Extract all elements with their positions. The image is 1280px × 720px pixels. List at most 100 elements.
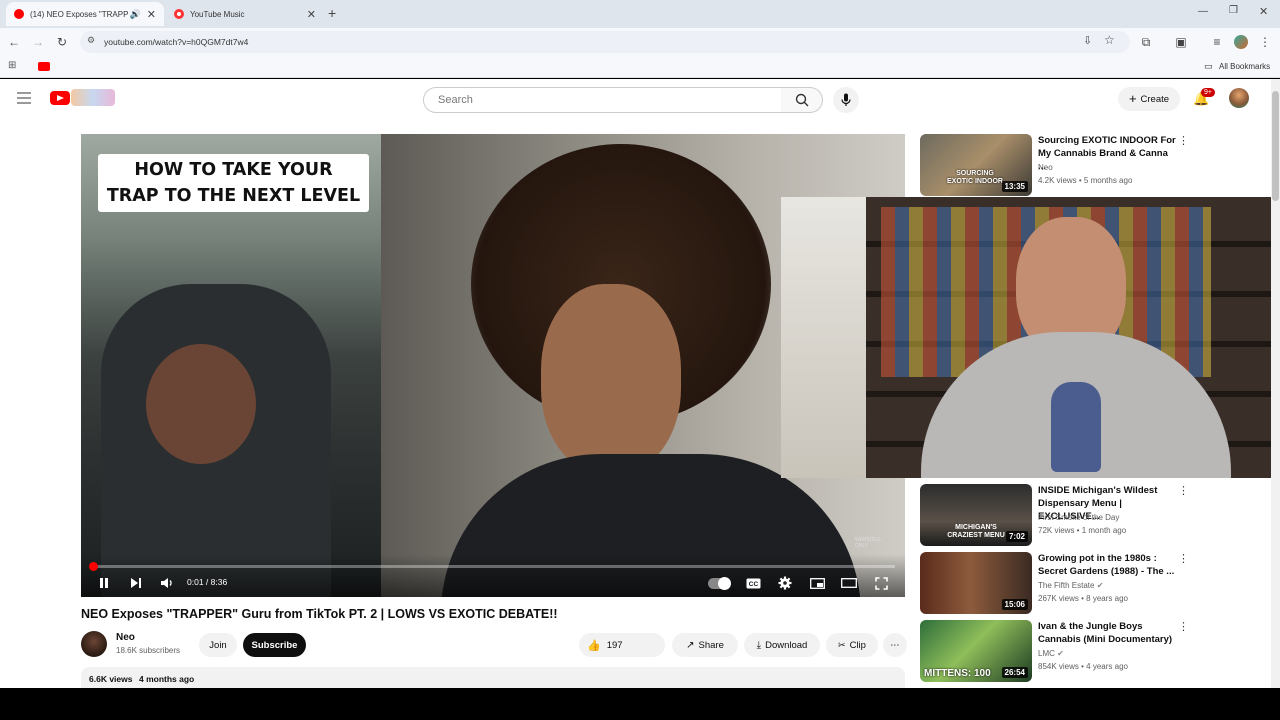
captions-button[interactable]: CC bbox=[742, 572, 764, 594]
page-scrollbar[interactable] bbox=[1271, 79, 1280, 688]
all-bookmarks-link[interactable]: All Bookmarks bbox=[1219, 62, 1270, 71]
recommendation-channel[interactable]: The Fifth Estate ✔ bbox=[1038, 581, 1103, 590]
recommendation-item[interactable]: MITTENS: 100 26:54 Ivan & the Jungle Boy… bbox=[920, 620, 1270, 682]
minimize-window-icon[interactable]: — bbox=[1198, 6, 1208, 17]
youtube-bookmark-icon[interactable] bbox=[38, 62, 50, 71]
site-info-icon[interactable]: ⚙ bbox=[87, 35, 95, 46]
download-label: Download bbox=[765, 639, 808, 651]
recommendation-channel[interactable]: LMC ✔ bbox=[1038, 649, 1064, 658]
guide-menu-icon[interactable] bbox=[17, 92, 31, 104]
reload-icon[interactable]: ↻ bbox=[54, 34, 70, 50]
autoplay-toggle[interactable] bbox=[708, 577, 731, 590]
caption-line-1: HOW TO TAKE YOUR bbox=[134, 160, 333, 180]
tab-audio-icon[interactable]: 🔊 bbox=[130, 9, 141, 20]
bookmark-star-icon[interactable]: ☆ bbox=[1104, 33, 1115, 47]
recommendation-item[interactable]: SOURCING EXOTIC INDOOR 13:35 Sourcing EX… bbox=[920, 134, 1270, 196]
notification-count-badge: 9+ bbox=[1201, 88, 1215, 97]
youtube-page: Search + Create 🔔 9+ WEBSITES ONLY HOW T… bbox=[0, 79, 1280, 688]
browser-tab-youtube-video[interactable]: (14) NEO Exposes "TRAPPER" 🔊 ✕ bbox=[6, 2, 164, 26]
video-thumbnail[interactable]: MITTENS: 100 26:54 bbox=[920, 620, 1032, 682]
youtube-logo-icon[interactable] bbox=[50, 91, 70, 105]
forward-arrow-icon[interactable]: → bbox=[30, 34, 46, 50]
settings-button[interactable] bbox=[774, 572, 796, 594]
upload-age: 4 months ago bbox=[139, 674, 195, 684]
recommendation-meta: 267K views • 8 years ago bbox=[1038, 594, 1128, 603]
recommendation-channel[interactable]: Neo bbox=[1038, 163, 1053, 172]
scissors-icon: ✂ bbox=[838, 639, 846, 650]
scrollbar-thumb[interactable] bbox=[1272, 91, 1279, 201]
recommendation-title[interactable]: Growing pot in the 1980s : Secret Garden… bbox=[1038, 552, 1176, 578]
subscribe-button[interactable]: Subscribe bbox=[243, 633, 306, 657]
tab-title: YouTube Music bbox=[190, 9, 245, 19]
address-bar[interactable]: ⚙ youtube.com/watch?v=h0QGM7dt7w4 ⇩ ☆ bbox=[80, 31, 1130, 53]
thumbnail-text: SOURCING EXOTIC INDOOR bbox=[946, 170, 1003, 185]
video-thumbnail[interactable]: SOURCING EXOTIC INDOOR 13:35 bbox=[920, 134, 1032, 196]
pause-icon bbox=[100, 578, 108, 588]
thumbs-up-icon[interactable]: 👍 bbox=[587, 639, 601, 652]
more-vertical-icon[interactable]: ⋮ bbox=[1178, 620, 1189, 633]
clip-label: Clip bbox=[849, 639, 866, 651]
next-video-button[interactable] bbox=[125, 572, 147, 594]
verified-badge-icon: ✔ bbox=[1096, 581, 1104, 590]
profile-avatar[interactable] bbox=[1234, 35, 1248, 49]
back-arrow-icon[interactable]: ← bbox=[6, 34, 22, 50]
more-actions-button[interactable]: ⋯ bbox=[883, 633, 907, 657]
restore-window-icon[interactable]: ❐ bbox=[1229, 5, 1238, 16]
progress-bar[interactable] bbox=[89, 562, 895, 571]
side-panel-icon[interactable]: ▣ bbox=[1173, 34, 1189, 50]
extensions-puzzle-icon[interactable]: ⧉ bbox=[1138, 34, 1154, 50]
video-title: NEO Exposes "TRAPPER" Guru from TikTok P… bbox=[81, 607, 558, 621]
search-input[interactable]: Search bbox=[423, 87, 782, 113]
video-caption-overlay: HOW TO TAKE YOUR TRAP TO THE NEXT LEVEL bbox=[98, 154, 369, 212]
install-app-icon[interactable]: ⇩ bbox=[1083, 34, 1092, 47]
new-tab-icon[interactable]: + bbox=[328, 5, 336, 21]
clip-button[interactable]: ✂ Clip bbox=[826, 633, 878, 657]
youtube-doodle-logo[interactable] bbox=[71, 89, 115, 106]
scrubber-handle[interactable] bbox=[89, 562, 98, 571]
miniplayer-button[interactable] bbox=[806, 572, 828, 594]
thumbnail-text: MICHIGAN'S CRAZIEST MENU bbox=[947, 524, 1005, 539]
search-icon bbox=[795, 93, 808, 107]
bookmarks-bar: ⊞ ▭ All Bookmarks bbox=[0, 56, 1280, 78]
join-button[interactable]: Join bbox=[199, 633, 237, 657]
recommendation-meta: 72K views • 1 month ago bbox=[1038, 526, 1127, 535]
more-vertical-icon[interactable]: ⋮ bbox=[1178, 552, 1189, 565]
close-tab-icon[interactable]: ✕ bbox=[147, 8, 156, 21]
theater-mode-button[interactable] bbox=[838, 572, 860, 594]
create-button[interactable]: + Create bbox=[1118, 87, 1180, 111]
more-vertical-icon[interactable]: ⋮ bbox=[1178, 134, 1189, 147]
pause-button[interactable] bbox=[93, 572, 115, 594]
search-button[interactable] bbox=[781, 87, 823, 113]
channel-name[interactable]: Neo bbox=[116, 632, 135, 643]
youtube-music-favicon-icon bbox=[174, 9, 184, 19]
media-controls-icon[interactable]: ≡ bbox=[1209, 34, 1225, 50]
recommendation-item[interactable]: 15:06 Growing pot in the 1980s : Secret … bbox=[920, 552, 1270, 614]
video-thumbnail[interactable]: MICHIGAN'S CRAZIEST MENU 7:02 bbox=[920, 484, 1032, 546]
share-button[interactable]: ↗ Share bbox=[672, 633, 738, 657]
volume-button[interactable] bbox=[156, 572, 178, 594]
like-count[interactable]: 197 bbox=[607, 640, 623, 651]
voice-search-button[interactable] bbox=[833, 87, 859, 113]
browser-menu-icon[interactable]: ⋮ bbox=[1257, 34, 1273, 50]
recommendation-title[interactable]: Sourcing EXOTIC INDOOR For My Cannabis B… bbox=[1038, 134, 1176, 173]
close-window-icon[interactable]: ✕ bbox=[1259, 5, 1268, 18]
apps-grid-icon[interactable]: ⊞ bbox=[8, 60, 16, 71]
caption-line-2: TRAP TO THE NEXT LEVEL bbox=[106, 186, 361, 206]
account-avatar[interactable] bbox=[1229, 88, 1249, 108]
channel-avatar[interactable] bbox=[81, 631, 107, 657]
download-button[interactable]: ⤓ Download bbox=[744, 633, 820, 657]
recommendation-title[interactable]: Ivan & the Jungle Boys Cannabis (Mini Do… bbox=[1038, 620, 1176, 646]
video-watermark: WEBSITES ONLY bbox=[855, 537, 881, 549]
browser-tab-youtube-music[interactable]: YouTube Music ✕ bbox=[166, 2, 324, 26]
video-thumbnail[interactable]: 15:06 bbox=[920, 552, 1032, 614]
miniplayer-icon bbox=[809, 577, 825, 589]
create-label: Create bbox=[1140, 93, 1170, 105]
description-box[interactable]: 6.6K views 4 months ago bbox=[81, 667, 905, 688]
recommendation-meta: 4.2K views • 5 months ago bbox=[1038, 176, 1133, 185]
more-vertical-icon[interactable]: ⋮ bbox=[1178, 484, 1189, 497]
recommendation-item[interactable]: MICHIGAN'S CRAZIEST MENU 7:02 INSIDE Mic… bbox=[920, 484, 1270, 546]
fullscreen-button[interactable] bbox=[870, 572, 892, 594]
close-tab-icon[interactable]: ✕ bbox=[307, 8, 316, 21]
recommendation-channel[interactable]: First Smoke of the Day bbox=[1038, 513, 1119, 522]
player-controls: 0:01 / 8:36 CC bbox=[81, 554, 905, 597]
